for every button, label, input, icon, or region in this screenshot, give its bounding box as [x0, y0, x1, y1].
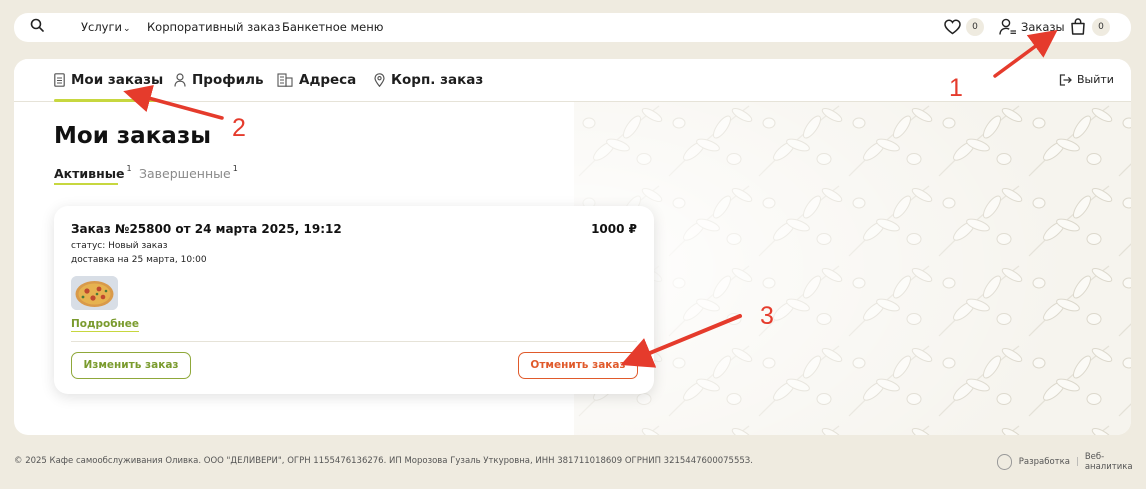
account-panel: Мои заказы Профиль Адреса Корп. заказ Вы… — [14, 59, 1131, 435]
order-details-link[interactable]: Подробнее — [71, 318, 140, 332]
logout-button[interactable]: Выйти — [1059, 73, 1114, 86]
location-pin-icon — [374, 73, 385, 87]
shopping-bag-icon[interactable] — [1070, 18, 1086, 35]
active-orders-count: 1 — [126, 164, 132, 173]
annotation-number-3: 3 — [760, 302, 774, 330]
orders-link[interactable]: Заказы — [1021, 20, 1065, 34]
user-orders-icon[interactable] — [999, 18, 1017, 36]
nav-services-label: Услуги — [81, 20, 123, 34]
order-card: Заказ №25800 от 24 марта 2025, 19:12 100… — [54, 206, 654, 394]
pizza-thumbnail[interactable] — [71, 276, 118, 310]
tab-profile[interactable]: Профиль — [174, 72, 264, 88]
tab-profile-label: Профиль — [192, 72, 264, 88]
tab-active-orders[interactable]: Активные 1 — [54, 164, 132, 181]
tab-addresses-label: Адреса — [299, 72, 357, 88]
tab-corporate-order-label: Корп. заказ — [391, 72, 484, 88]
footer-copyright: © 2025 Кафе самообслуживания Оливка. ООО… — [14, 456, 753, 466]
tab-my-orders[interactable]: Мои заказы — [54, 72, 163, 88]
tab-completed-orders[interactable]: Завершенные 1 — [139, 164, 238, 181]
card-divider — [71, 341, 637, 342]
edit-order-button[interactable]: Изменить заказ — [71, 352, 191, 379]
nav-corporate-order[interactable]: Корпоративный заказ — [147, 20, 280, 34]
cancel-order-button[interactable]: Отменить заказ — [518, 352, 638, 379]
developer-logo-icon — [997, 454, 1012, 470]
footer-developer: Разработка | Веб-аналитика — [997, 452, 1146, 472]
tab-active-orders-label: Активные — [54, 166, 125, 181]
annotation-number-2: 2 — [232, 114, 246, 142]
tab-addresses[interactable]: Адреса — [277, 72, 356, 88]
order-delivery-time: доставка на 25 марта, 10:00 — [71, 255, 207, 265]
top-navigation-bar: Услуги⌄ Корпоративный заказ Банкетное ме… — [14, 13, 1131, 42]
search-icon[interactable] — [30, 18, 44, 32]
document-icon — [54, 73, 65, 87]
order-price: 1000 ₽ — [591, 222, 637, 236]
web-analytics-link[interactable]: Веб-аналитика — [1085, 452, 1146, 472]
heart-icon[interactable] — [944, 19, 961, 35]
footer-separator: | — [1075, 457, 1079, 467]
developer-link[interactable]: Разработка — [1019, 457, 1070, 467]
cart-count-badge: 0 — [1092, 18, 1110, 36]
logout-label: Выйти — [1077, 73, 1114, 86]
tab-corporate-order[interactable]: Корп. заказ — [374, 72, 483, 88]
page-title: Мои заказы — [54, 123, 211, 149]
building-icon — [277, 73, 293, 87]
favorites-count-badge: 0 — [966, 18, 984, 36]
tab-completed-orders-label: Завершенные — [139, 166, 231, 181]
chevron-down-icon: ⌄ — [123, 24, 131, 34]
order-status: статус: Новый заказ — [71, 241, 168, 251]
active-tab-indicator — [54, 99, 160, 102]
olive-leaf-pattern — [574, 101, 1131, 435]
annotation-number-1: 1 — [949, 74, 963, 102]
nav-services[interactable]: Услуги⌄ — [81, 20, 131, 34]
account-tabs: Мои заказы Профиль Адреса Корп. заказ Вы… — [14, 59, 1131, 102]
logout-icon — [1059, 73, 1072, 86]
active-subtab-indicator — [54, 183, 118, 185]
completed-orders-count: 1 — [232, 164, 238, 173]
person-icon — [174, 73, 186, 87]
nav-banquet-menu[interactable]: Банкетное меню — [282, 20, 383, 34]
order-title: Заказ №25800 от 24 марта 2025, 19:12 — [71, 222, 342, 236]
tab-my-orders-label: Мои заказы — [71, 72, 164, 88]
pizza-icon — [71, 276, 118, 310]
